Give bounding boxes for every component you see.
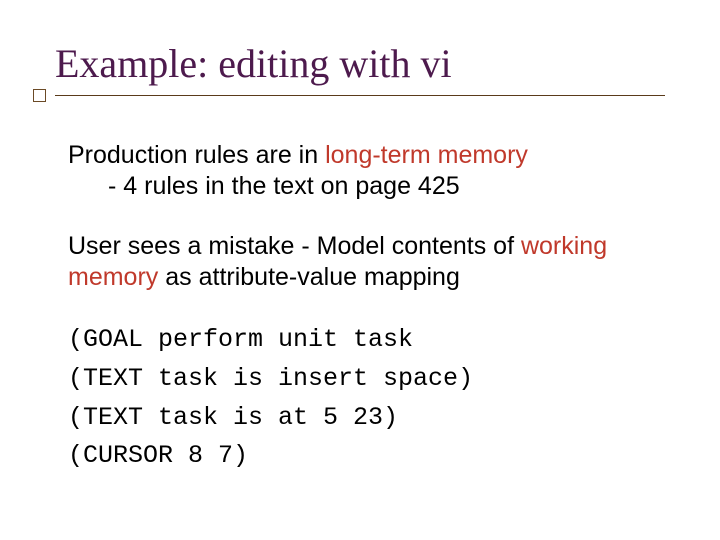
p1-highlight: long-term memory [325, 141, 528, 169]
p2-text-c: as attribute-value mapping [158, 263, 460, 291]
slide: Example: editing with vi Production rule… [0, 0, 720, 540]
p1-subline: - 4 rules in the text on page 425 [68, 171, 668, 202]
paragraph-1: Production rules are in long-term memory… [68, 140, 668, 203]
code-block: (GOAL perform unit task (TEXT task is in… [68, 321, 668, 476]
slide-body: Production rules are in long-term memory… [68, 140, 668, 476]
p2-text-a: User sees a mistake - Model contents of [68, 232, 521, 260]
code-line-3: (TEXT task is at 5 23) [68, 403, 398, 432]
code-line-4: (CURSOR 8 7) [68, 441, 248, 470]
title-block: Example: editing with vi [55, 40, 665, 96]
title-underline [55, 95, 665, 96]
code-line-2: (TEXT task is insert space) [68, 364, 473, 393]
paragraph-2: User sees a mistake - Model contents of … [68, 231, 668, 294]
slide-title: Example: editing with vi [55, 40, 665, 87]
p1-text: Production rules are in [68, 141, 325, 169]
code-line-1: (GOAL perform unit task [68, 325, 413, 354]
